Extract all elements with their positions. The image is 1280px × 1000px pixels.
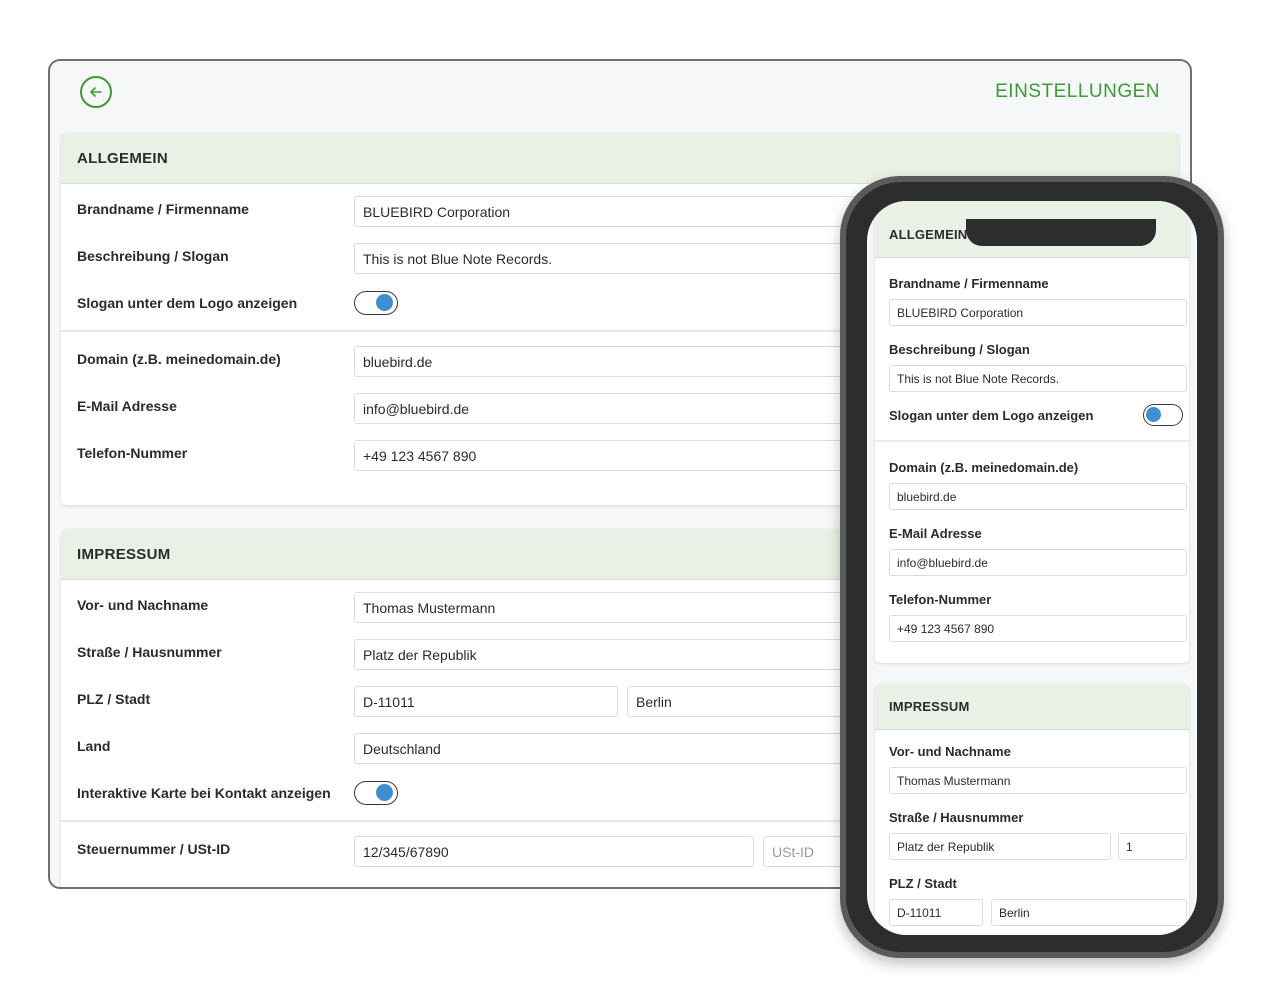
mobile-email-input[interactable]: info@bluebird.de bbox=[889, 549, 1187, 576]
divider bbox=[875, 440, 1189, 442]
mobile-allgemein-card: ALLGEMEIN Brandname / Firmenname BLUEBIR… bbox=[875, 201, 1189, 663]
phone-notch bbox=[966, 219, 1156, 246]
mobile-show-slogan-toggle[interactable] bbox=[1143, 404, 1183, 426]
mobile-phone-row: Telefon-Nummer +49 123 4567 890 bbox=[875, 578, 1189, 644]
mobile-street-input[interactable]: Platz der Republik bbox=[889, 833, 1111, 860]
toggle-knob bbox=[376, 784, 393, 801]
phone-bezel: ALLGEMEIN Brandname / Firmenname BLUEBIR… bbox=[846, 182, 1218, 952]
street-label: Straße / Hausnummer bbox=[77, 644, 222, 660]
mobile-city-input[interactable]: Berlin bbox=[991, 899, 1187, 926]
mobile-domain-input[interactable]: bluebird.de bbox=[889, 483, 1187, 510]
mobile-brand-label: Brandname / Firmenname bbox=[889, 276, 1049, 291]
mobile-phone-label: Telefon-Nummer bbox=[889, 592, 992, 607]
domain-label: Domain (z.B. meinedomain.de) bbox=[77, 351, 281, 367]
mobile-brand-row: Brandname / Firmenname BLUEBIRD Corporat… bbox=[875, 262, 1189, 328]
mobile-street-row: Straße / Hausnummer Platz der Republik 1 bbox=[875, 796, 1189, 862]
show-slogan-label: Slogan unter dem Logo anzeigen bbox=[77, 295, 298, 311]
mobile-phone-input[interactable]: +49 123 4567 890 bbox=[889, 615, 1187, 642]
mobile-domain-label: Domain (z.B. meinedomain.de) bbox=[889, 460, 1079, 475]
mobile-impressum-title: IMPRESSUM bbox=[875, 684, 1189, 730]
mobile-zip-input[interactable]: D-11011 bbox=[889, 899, 983, 926]
country-label: Land bbox=[77, 738, 111, 754]
mobile-name-label: Vor- und Nachname bbox=[889, 744, 1011, 759]
mobile-street-label: Straße / Hausnummer bbox=[889, 810, 1024, 825]
zip-input[interactable]: D-11011 bbox=[354, 686, 618, 717]
mobile-city-label: PLZ / Stadt bbox=[889, 876, 957, 891]
arrow-left-icon bbox=[90, 87, 102, 97]
mobile-slogan-input[interactable]: This is not Blue Note Records. bbox=[889, 365, 1187, 392]
toggle-knob bbox=[1146, 407, 1161, 422]
mobile-house-number-input[interactable]: 1 bbox=[1118, 833, 1187, 860]
mobile-email-row: E-Mail Adresse info@bluebird.de bbox=[875, 512, 1189, 578]
page-title: EINSTELLUNGEN bbox=[995, 81, 1160, 102]
phone-screen: ALLGEMEIN Brandname / Firmenname BLUEBIR… bbox=[867, 201, 1197, 935]
city-label: PLZ / Stadt bbox=[77, 691, 151, 707]
toggle-knob bbox=[376, 294, 393, 311]
mobile-city-row: PLZ / Stadt D-11011 Berlin bbox=[875, 862, 1189, 928]
mobile-show-slogan-label: Slogan unter dem Logo anzeigen bbox=[889, 408, 1094, 423]
brand-label: Brandname / Firmenname bbox=[77, 201, 249, 217]
back-button[interactable] bbox=[80, 76, 112, 108]
mobile-name-input[interactable]: Thomas Mustermann bbox=[889, 767, 1187, 794]
map-toggle[interactable] bbox=[354, 781, 398, 805]
mobile-show-slogan-row: Slogan unter dem Logo anzeigen bbox=[875, 394, 1189, 440]
name-label: Vor- und Nachname bbox=[77, 597, 209, 613]
mobile-slogan-label: Beschreibung / Slogan bbox=[889, 342, 1030, 357]
map-label: Interaktive Karte bei Kontakt anzeigen bbox=[77, 785, 331, 801]
mobile-slogan-row: Beschreibung / Slogan This is not Blue N… bbox=[875, 328, 1189, 394]
phone-label: Telefon-Nummer bbox=[77, 445, 188, 461]
mobile-name-row: Vor- und Nachname Thomas Mustermann bbox=[875, 730, 1189, 796]
phone-frame: ALLGEMEIN Brandname / Firmenname BLUEBIR… bbox=[840, 176, 1224, 958]
show-slogan-toggle[interactable] bbox=[354, 291, 398, 315]
slogan-label: Beschreibung / Slogan bbox=[77, 248, 229, 264]
mobile-email-label: E-Mail Adresse bbox=[889, 526, 982, 541]
tax-label: Steuernummer / USt-ID bbox=[77, 841, 231, 857]
mobile-brand-input[interactable]: BLUEBIRD Corporation bbox=[889, 299, 1187, 326]
email-label: E-Mail Adresse bbox=[77, 398, 177, 414]
mobile-impressum-card: IMPRESSUM Vor- und Nachname Thomas Muste… bbox=[875, 684, 1189, 935]
tax-input[interactable]: 12/345/67890 bbox=[354, 836, 754, 867]
mobile-domain-row: Domain (z.B. meinedomain.de) bluebird.de bbox=[875, 446, 1189, 512]
